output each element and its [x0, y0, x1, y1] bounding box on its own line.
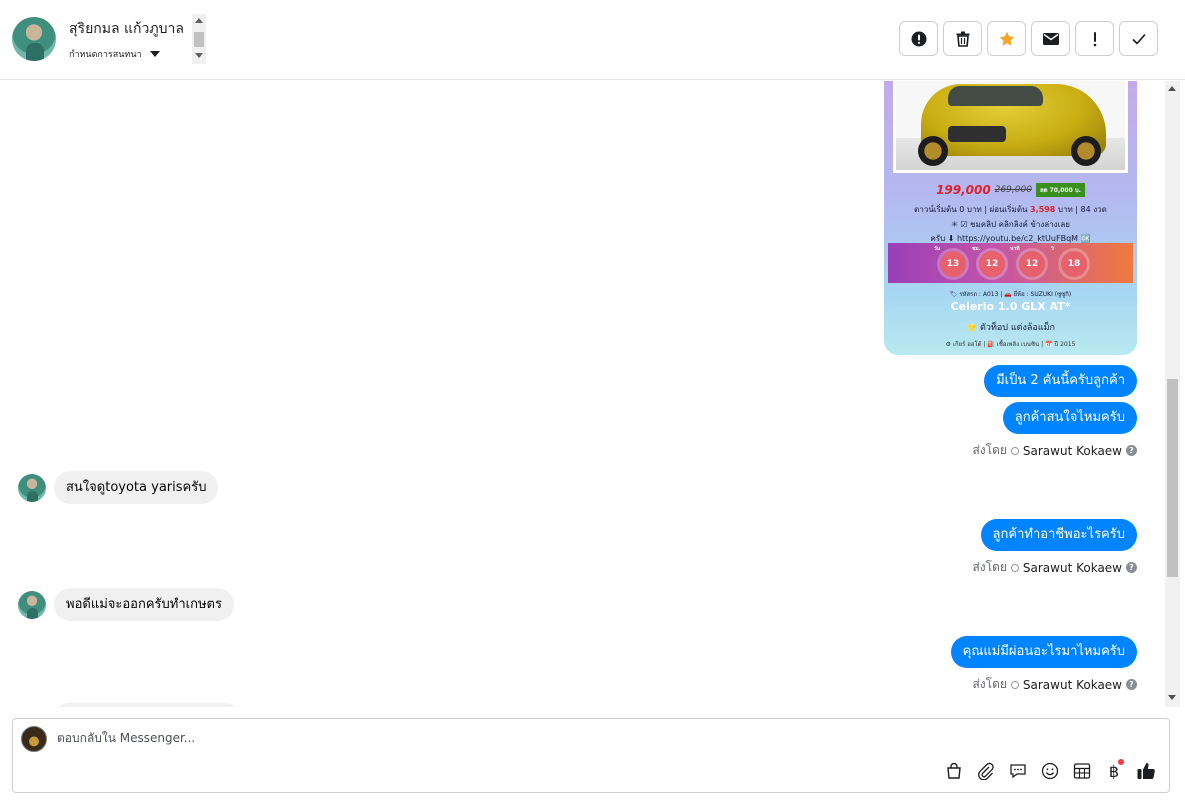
car-code-line: 🏷 รหัสรถ : A013 | 🚗 ยี่ห้อ : SUZUKI (ซูซ…	[949, 291, 1072, 298]
incoming-message-row: พอดีแม่จะออกครับทำเกษตร	[18, 588, 234, 621]
delete-button[interactable]	[943, 21, 982, 56]
baht-icon[interactable]: ฿	[1104, 759, 1124, 781]
exclamation-icon	[1093, 31, 1096, 46]
composer-toolbar: ฿	[944, 759, 1156, 781]
scroll-up-arrow-icon[interactable]	[1168, 86, 1176, 91]
outgoing-message[interactable]: ลูกค้าสนใจไหมครับ	[1002, 402, 1137, 434]
shopping-bag-icon[interactable]	[944, 761, 964, 781]
help-icon[interactable]: ?	[1126, 562, 1137, 573]
contact-avatar-small[interactable]	[18, 590, 46, 619]
alert-circle-icon	[911, 31, 926, 46]
sent-by-label: ส่งโดย Sarawut Kokaew ?	[972, 441, 1137, 460]
price-row: 199,000 269,000 ลด 70,000 บ.	[884, 183, 1137, 197]
trash-icon	[956, 31, 969, 47]
installment-amount: 3,598	[1030, 205, 1056, 214]
star-button[interactable]	[987, 21, 1026, 56]
conversation-menu-label: กำหนดการสนทนา	[69, 50, 142, 60]
mark-spam-button[interactable]	[899, 21, 938, 56]
conversation-header: สุริยกมล แก้วภูบาล กำหนดการสนทนา	[0, 0, 1185, 80]
sent-by-label: ส่งโดย Sarawut Kokaew ?	[972, 558, 1137, 577]
reply-composer: ฿	[12, 718, 1170, 793]
message-thread[interactable]: 199,000 269,000 ลด 70,000 บ. ดาวน์เริ่มต…	[0, 81, 1165, 707]
contact-avatar[interactable]	[12, 17, 56, 61]
thread-scrollbar[interactable]	[1165, 81, 1180, 707]
saved-reply-icon[interactable]	[1008, 761, 1028, 781]
paperclip-icon[interactable]	[976, 761, 996, 781]
mark-done-button[interactable]	[1119, 21, 1158, 56]
spec-line: ⚙ เกียร์ ออโต้ | ⛽ เชื้อเพลิง เบนซิน | 📅…	[945, 341, 1076, 348]
emoji-icon[interactable]	[1040, 761, 1060, 781]
agent-name[interactable]: Sarawut Kokaew	[1023, 444, 1122, 458]
scroll-down-arrow-icon[interactable]	[195, 53, 203, 58]
incoming-message-partial[interactable]	[54, 703, 240, 707]
envelope-icon	[1042, 32, 1059, 45]
star-icon	[999, 31, 1014, 46]
price-old: 269,000	[994, 185, 1032, 195]
verified-dot-icon	[1010, 446, 1019, 455]
discount-badge: ลด 70,000 บ.	[1035, 183, 1085, 197]
feature-line: ⭐ ตัวท็อป แต่งล้อแม็ก	[965, 323, 1056, 333]
countdown-hours: 12	[979, 251, 1005, 277]
outgoing-message[interactable]: มีเป็น 2 คันนี้ครับลูกค้า	[984, 365, 1137, 397]
agent-name[interactable]: Sarawut Kokaew	[1023, 561, 1122, 575]
incoming-message-row: สนใจดูtoyota yarisครับ	[18, 471, 219, 504]
page-avatar	[21, 726, 47, 752]
scroll-thumb[interactable]	[1167, 379, 1178, 577]
verified-dot-icon	[1010, 680, 1019, 689]
notification-dot	[1118, 759, 1124, 765]
countdown-days: 13	[940, 251, 966, 277]
verified-dot-icon	[1010, 563, 1019, 572]
reply-input[interactable]	[57, 731, 657, 745]
countdown-seconds: 18	[1061, 251, 1087, 277]
header-scrollbar[interactable]	[192, 14, 206, 64]
product-card-image[interactable]: 199,000 269,000 ลด 70,000 บ. ดาวน์เริ่มต…	[884, 81, 1137, 355]
scroll-thumb[interactable]	[194, 32, 204, 47]
car-photo	[893, 81, 1128, 173]
help-icon[interactable]: ?	[1126, 445, 1137, 456]
countdown-banner: วัน 13 ชม. 12 นาที 12 วิ 18	[888, 243, 1133, 283]
scroll-up-arrow-icon[interactable]	[195, 18, 203, 23]
help-icon[interactable]: ?	[1126, 679, 1137, 690]
price-now: 199,000	[936, 183, 991, 197]
contact-name[interactable]: สุริยกมล แก้วภูบาล	[69, 18, 184, 40]
scroll-down-arrow-icon[interactable]	[1168, 695, 1176, 700]
car-model: Celerio 1.0 GLX AT*	[950, 300, 1071, 313]
thumbs-up-icon[interactable]	[1136, 761, 1156, 781]
mark-unread-button[interactable]	[1031, 21, 1070, 56]
calendar-table-icon[interactable]	[1072, 761, 1092, 781]
caret-down-icon	[149, 51, 160, 57]
outgoing-message[interactable]: คุณแม่มีผ่อนอะไรมาไหมครับ	[950, 636, 1137, 668]
outgoing-message[interactable]: ลูกค้าทำอาชีพอะไรครับ	[980, 519, 1137, 551]
flag-button[interactable]	[1075, 21, 1114, 56]
clip-line: ✳ ☑ ชมคลิป คลิกลิงค์ ข้างล่างเลย	[951, 220, 1070, 229]
conversation-actions	[899, 21, 1158, 56]
agent-name[interactable]: Sarawut Kokaew	[1023, 678, 1122, 692]
sent-by-label: ส่งโดย Sarawut Kokaew ?	[972, 675, 1137, 694]
countdown-minutes: 12	[1019, 251, 1045, 277]
conversation-menu-dropdown[interactable]: กำหนดการสนทนา	[69, 47, 160, 61]
incoming-message[interactable]: สนใจดูtoyota yarisครับ	[54, 471, 219, 504]
contact-avatar-small[interactable]	[18, 473, 46, 502]
incoming-message[interactable]: พอดีแม่จะออกครับทำเกษตร	[54, 588, 234, 621]
check-icon	[1131, 33, 1146, 45]
payment-line: ดาวน์เริ่มต้น 0 บาท | ผ่อนเริ่มต้น 3,598…	[914, 205, 1107, 214]
